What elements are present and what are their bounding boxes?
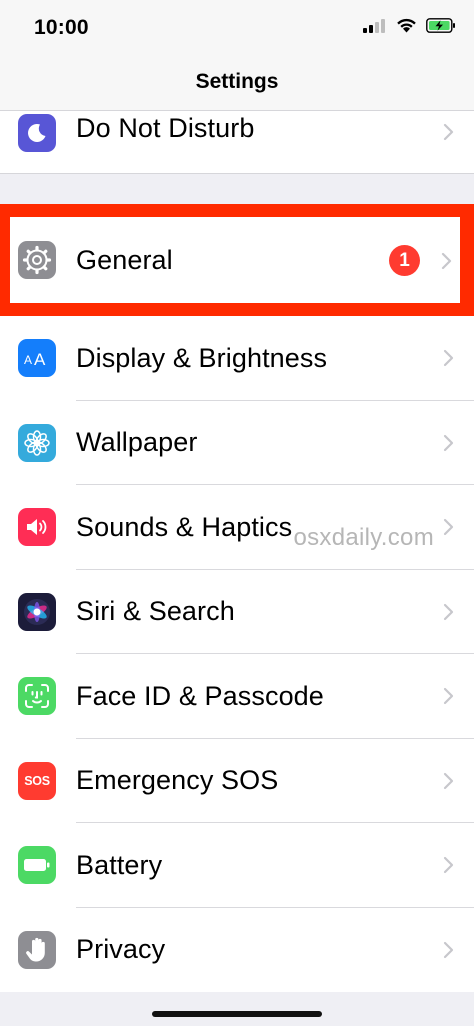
navigation-bar: Settings [0,58,474,111]
speaker-icon [18,508,56,547]
settings-row-label: Siri & Search [76,596,235,627]
chevron-right-icon [443,519,454,536]
settings-group-focus: Do Not Disturb [0,111,474,174]
cellular-signal-icon [363,19,385,33]
chevron-right-icon [443,434,454,451]
battery-icon [18,846,56,885]
settings-row-emergency-sos[interactable]: SOS Emergency SOS [0,739,474,823]
sos-icon: SOS [18,761,56,800]
moon-icon [18,114,56,152]
status-icons [363,18,456,33]
svg-text:A: A [34,350,46,368]
settings-row-wallpaper[interactable]: Wallpaper [0,401,474,485]
highlight-box: General 1 [0,204,474,316]
chevron-right-icon [441,252,452,270]
settings-row-label: Face ID & Passcode [76,680,324,711]
siri-icon [18,592,56,631]
chevron-right-icon [443,603,454,620]
status-bar: 10:00 [0,0,474,58]
flower-icon [18,423,56,462]
chevron-right-icon [443,688,454,705]
page-title: Settings [195,70,279,93]
chevron-right-icon [443,123,454,141]
wifi-icon [397,18,416,33]
chevron-right-icon [443,772,454,789]
settings-row-siri-search[interactable]: Siri & Search [0,570,474,654]
chevron-right-icon [443,350,454,367]
gear-icon [18,241,56,279]
settings-row-privacy[interactable]: Privacy [0,908,474,993]
sos-icon-text: SOS [24,773,50,788]
notification-badge: 1 [389,245,420,276]
settings-row-do-not-disturb[interactable]: Do Not Disturb [0,111,474,173]
hand-icon [18,930,56,969]
battery-charging-icon [426,18,455,33]
settings-row-battery[interactable]: Battery [0,823,474,908]
settings-row-label: Privacy [76,934,166,965]
settings-row-display-brightness[interactable]: A A Display & Brightness [0,316,474,401]
settings-row-label: General [76,245,173,275]
settings-row-label: Emergency SOS [76,765,279,796]
svg-text:A: A [24,353,32,367]
settings-row-label: Sounds & Haptics [76,511,293,542]
chevron-right-icon [443,941,454,958]
face-id-icon [18,677,56,716]
settings-group-general: A A Display & Brightness Wallpaper Sound… [0,316,474,992]
settings-row-label: Do Not Disturb [76,113,255,143]
status-time: 10:00 [34,16,89,39]
settings-row-general[interactable]: General 1 [10,217,460,303]
home-indicator[interactable] [152,1011,322,1017]
settings-row-label: Battery [76,849,163,880]
watermark: osxdaily.com [293,524,434,551]
settings-row-label: Wallpaper [76,427,198,458]
chevron-right-icon [443,857,454,874]
text-size-icon: A A [18,339,56,378]
settings-row-label: Display & Brightness [76,342,328,373]
settings-row-face-id-passcode[interactable]: Face ID & Passcode [0,654,474,739]
